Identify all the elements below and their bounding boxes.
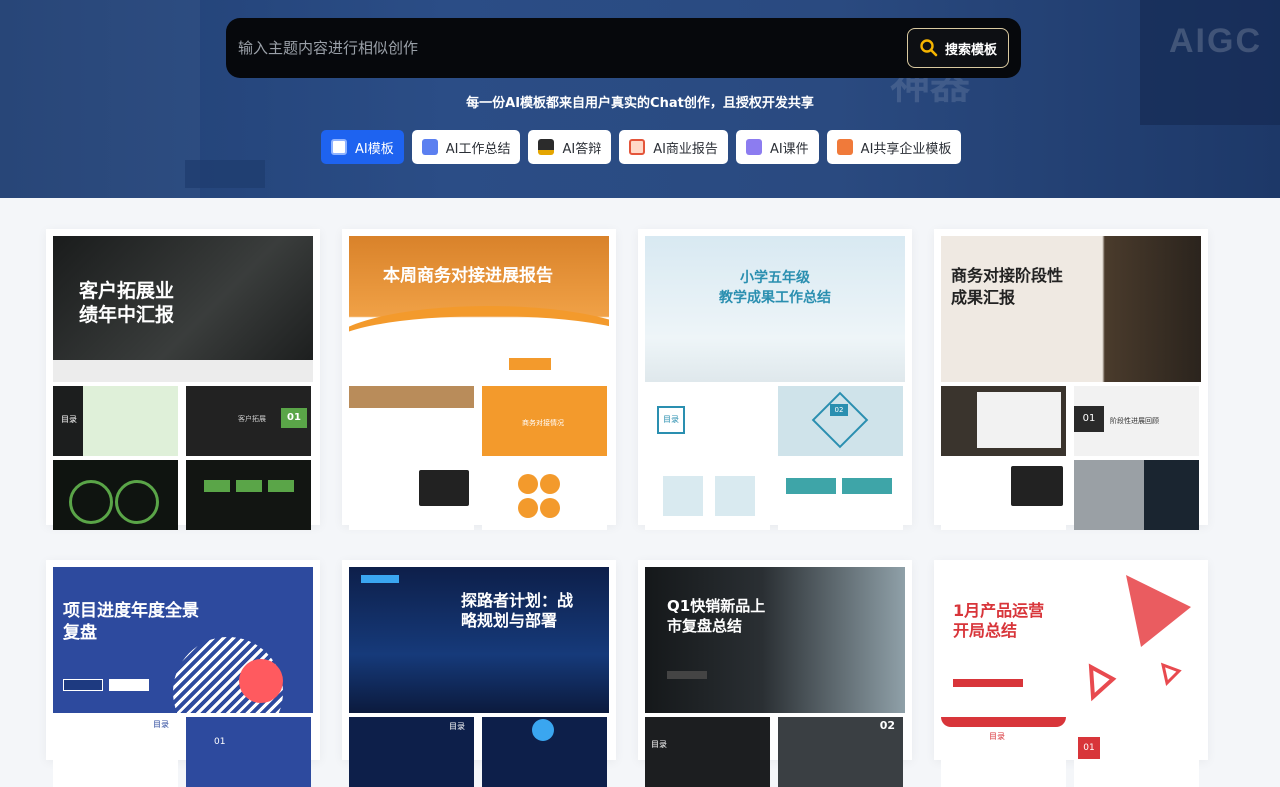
tab-ai-defense[interactable]: AI答辩	[528, 130, 612, 164]
template-card[interactable]: Q1快销新品上 市复盘总结 目录 02	[638, 560, 912, 787]
card-title-line2: 市复盘总结	[667, 617, 743, 635]
card-title-line2: 略规划与部署	[461, 611, 558, 630]
card-title-line1: 1月产品运营	[953, 601, 1045, 620]
slide-thumb: 目录	[53, 717, 178, 787]
report-icon	[629, 139, 646, 155]
card-cover: 商务对接阶段性 成果汇报	[941, 236, 1201, 382]
template-card[interactable]: 项目进度年度全景 复盘 目录 01	[46, 560, 320, 787]
slide-thumb	[349, 386, 474, 456]
search-button[interactable]: 搜索模板	[907, 28, 1009, 68]
slide-thumb: 02	[778, 386, 903, 456]
slide-thumb	[941, 386, 1066, 456]
card-cover: 本周商务对接进展报告	[349, 236, 609, 382]
hero-watermark: AIGC	[1169, 22, 1262, 60]
slide-thumb	[941, 460, 1066, 530]
card-cover: 客户拓展业 绩年中汇报	[53, 236, 313, 382]
template-card[interactable]: 商务对接阶段性 成果汇报 01 阶段性进展回顾	[934, 229, 1208, 530]
tab-ai-work-summary[interactable]: AI工作总结	[411, 130, 521, 164]
tab-label: AI答辩	[562, 141, 602, 157]
badge: 02	[879, 719, 895, 732]
tab-ai-template[interactable]: AI模板	[321, 130, 404, 164]
slide-thumb: 目录	[53, 386, 178, 456]
card-cover: 项目进度年度全景 复盘	[53, 567, 313, 713]
thumb-text: 目录	[61, 415, 77, 424]
tab-label: AI课件	[769, 141, 809, 157]
thumb-text: 目录	[449, 722, 465, 731]
slide-thumb	[645, 460, 770, 530]
template-icon	[331, 139, 347, 155]
card-title-line2: 成果汇报	[951, 288, 1016, 307]
search-icon	[920, 39, 938, 57]
template-card[interactable]: 探路者计划：战 略规划与部署 目录	[342, 560, 616, 787]
thumb-text: 目录	[657, 406, 685, 434]
tab-ai-enterprise[interactable]: AI共享企业模板	[826, 130, 962, 164]
slide-thumb	[349, 460, 474, 530]
card-title-line1: 项目进度年度全景	[63, 601, 199, 621]
thumb-text: 目录	[989, 732, 1005, 741]
card-cover: Q1快销新品上 市复盘总结	[645, 567, 905, 713]
slide-thumb: 目录	[645, 717, 770, 787]
card-title-line1: 客户拓展业	[79, 280, 175, 302]
card-title-line1: 探路者计划：战	[461, 591, 574, 610]
search-bar: 搜索模板	[226, 18, 1021, 78]
card-title-line2: 复盘	[63, 623, 97, 643]
slide-thumb: 目录	[941, 717, 1066, 787]
summary-icon	[421, 139, 438, 155]
search-button-label: 搜索模板	[944, 42, 997, 58]
hero-banner: AIGC 神器 搜索模板 每一份AI模板都来自用户真实的Chat创作，且授权开发…	[0, 0, 1280, 198]
card-title-line2: 教学成果工作总结	[719, 290, 831, 306]
thumb-text: 目录	[651, 740, 667, 749]
thumb-text: 商务对接情况	[522, 419, 564, 427]
tab-label: AI商业报告	[653, 141, 718, 157]
slide-thumb	[186, 460, 311, 530]
template-card[interactable]: 1月产品运营 开局总结 目录 01	[934, 560, 1208, 787]
tab-label: AI工作总结	[445, 141, 511, 157]
card-cover: 小学五年级 教学成果工作总结	[645, 236, 905, 382]
slide-thumb	[53, 460, 178, 530]
hero-subtitle: 每一份AI模板都来自用户真实的Chat创作，且授权开发共享	[466, 96, 814, 111]
slide-thumb	[778, 460, 903, 530]
tab-ai-business-report[interactable]: AI商业报告	[619, 130, 728, 164]
slide-thumb: 01 阶段性进展回顾	[1074, 386, 1199, 456]
tab-ai-courseware[interactable]: AI课件	[735, 130, 819, 164]
card-title-line1: 本周商务对接进展报告	[383, 266, 553, 286]
tab-label: AI模板	[355, 141, 394, 157]
slide-thumb: 02	[778, 717, 903, 787]
graduation-cap-icon	[538, 139, 555, 155]
slide-thumb: 01	[1074, 717, 1199, 787]
slide-thumb	[482, 460, 607, 530]
template-card[interactable]: 客户拓展业 绩年中汇报 目录 01 客户拓展	[46, 229, 320, 530]
template-card[interactable]: 本周商务对接进展报告 商务对接情况	[342, 229, 616, 530]
slide-thumb: 01 客户拓展	[186, 386, 311, 456]
enterprise-icon	[836, 139, 853, 155]
card-title-line2: 开局总结	[953, 621, 1018, 640]
badge: 01	[1074, 406, 1104, 432]
badge: 01	[214, 737, 226, 747]
hero-decor	[185, 160, 265, 188]
badge: 01	[281, 408, 307, 428]
thumb-text: 客户拓展	[238, 415, 266, 423]
slide-thumb	[1074, 460, 1199, 530]
badge: 01	[1078, 737, 1100, 759]
card-cover: 探路者计划：战 略规划与部署	[349, 567, 609, 713]
slide-thumb: 01	[186, 717, 311, 787]
search-input[interactable]	[238, 39, 907, 57]
card-cover: 1月产品运营 开局总结	[941, 567, 1201, 713]
template-card[interactable]: 小学五年级 教学成果工作总结 目录 02	[638, 229, 912, 530]
card-title-line1: Q1快销新品上	[667, 597, 766, 615]
card-title-line2: 绩年中汇报	[79, 304, 175, 326]
tab-label: AI共享企业模板	[860, 141, 952, 157]
slide-thumb	[482, 717, 607, 787]
slide-thumb: 目录	[645, 386, 770, 456]
badge: 02	[830, 404, 848, 416]
slide-thumb: 目录	[349, 717, 474, 787]
category-tabs: AI模板 AI工作总结 AI答辩 AI商业报告 AI课件 AI共享企业模板	[321, 130, 962, 164]
thumb-text: 阶段性进展回顾	[1110, 417, 1159, 425]
card-title-line1: 商务对接阶段性	[951, 266, 1064, 285]
slide-thumb: 商务对接情况	[482, 386, 607, 456]
thumb-text: 目录	[153, 720, 169, 729]
book-icon	[745, 139, 762, 155]
card-title-line1: 小学五年级	[740, 270, 810, 286]
